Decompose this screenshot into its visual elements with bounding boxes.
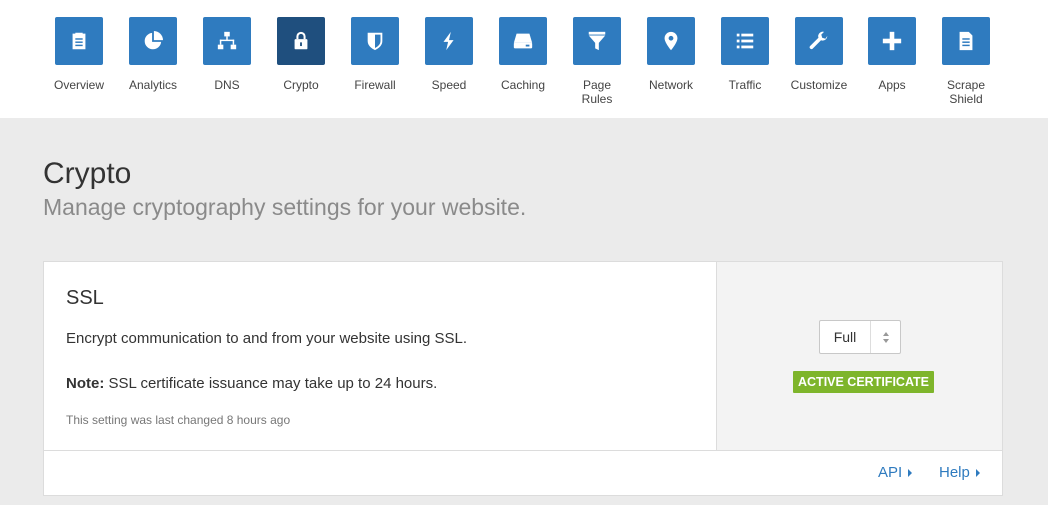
ssl-mode-value: Full xyxy=(833,329,857,345)
nav-label-scrape-shield: Scrape Shield xyxy=(946,78,986,106)
shield-icon xyxy=(351,17,399,65)
page-subtitle: Manage cryptography settings for your we… xyxy=(43,194,527,220)
hard-drive-icon xyxy=(499,17,547,65)
api-link[interactable]: API xyxy=(878,464,913,481)
lock-icon xyxy=(277,17,325,65)
ssl-card-footer: API Help xyxy=(44,450,1002,495)
ssl-card-control: Full ACTIVE CERTIFICATE xyxy=(716,262,1002,450)
top-navigation: Overview Analytics DNS Crypto Firewall S… xyxy=(0,0,1048,118)
nav-item-scrape-shield[interactable]: Scrape Shield xyxy=(921,17,1011,106)
page-title: Crypto xyxy=(43,157,132,190)
note-text: SSL certificate issuance may take up to … xyxy=(104,375,438,392)
select-arrows-icon xyxy=(870,321,900,353)
ssl-card-description: Encrypt communication to and from your w… xyxy=(66,330,468,347)
pie-chart-icon xyxy=(129,17,177,65)
caret-right-icon xyxy=(975,469,980,478)
wrench-icon xyxy=(795,17,843,65)
api-link-label: API xyxy=(878,464,903,481)
ssl-card-title: SSL xyxy=(66,287,104,309)
document-icon xyxy=(942,17,990,65)
help-link-label: Help xyxy=(939,464,970,481)
network-tree-icon xyxy=(203,17,251,65)
plus-icon xyxy=(868,17,916,65)
ssl-card-note: Note: SSL certificate issuance may take … xyxy=(66,375,437,392)
ssl-card-body: SSL Encrypt communication to and from yo… xyxy=(44,262,716,450)
status-badge: ACTIVE CERTIFICATE xyxy=(793,371,935,393)
help-link[interactable]: Help xyxy=(939,464,980,481)
filter-icon xyxy=(573,17,621,65)
ssl-card: SSL Encrypt communication to and from yo… xyxy=(43,261,1003,496)
list-icon xyxy=(721,17,769,65)
clipboard-icon xyxy=(55,17,103,65)
lightning-icon xyxy=(425,17,473,65)
ssl-mode-select[interactable]: Full xyxy=(819,320,901,354)
note-label: Note: xyxy=(66,375,105,392)
last-changed-text: This setting was last changed 8 hours ag… xyxy=(66,413,291,427)
caret-right-icon xyxy=(908,469,913,478)
map-pin-icon xyxy=(647,17,695,65)
